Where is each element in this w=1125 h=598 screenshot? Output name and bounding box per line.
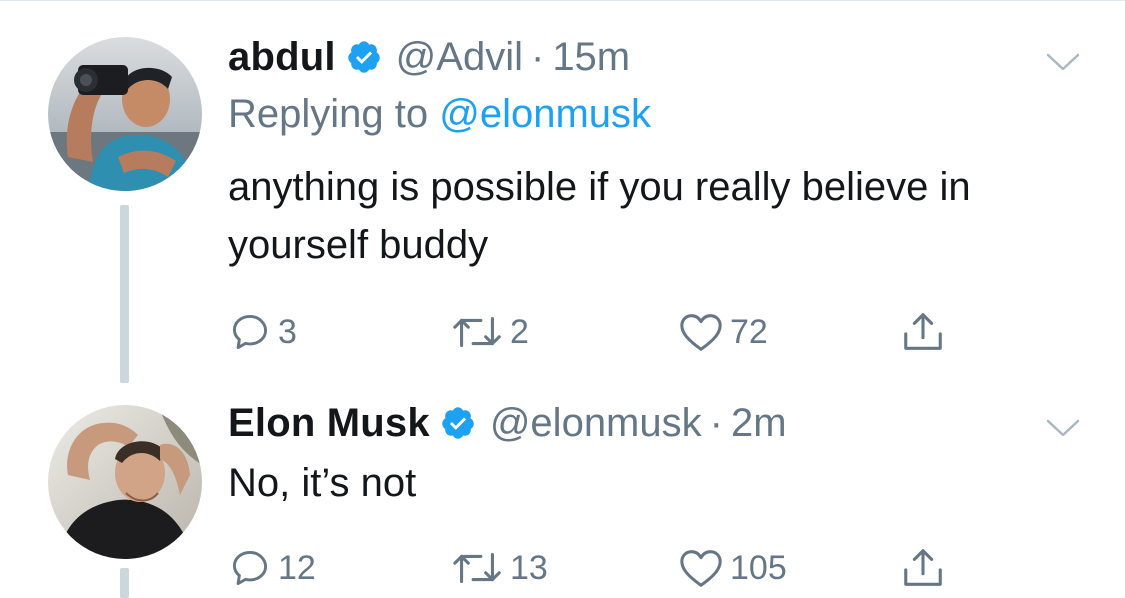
like-count: 72: [730, 312, 768, 351]
retweet-icon: [453, 316, 501, 348]
handle[interactable]: @elonmusk: [490, 401, 702, 446]
replying-prefix: Replying to: [228, 92, 440, 136]
reply-count: 12: [278, 548, 316, 587]
timestamp[interactable]: 2m: [731, 401, 787, 446]
retweet-icon: [453, 552, 501, 584]
top-divider: [0, 0, 1125, 1]
share-button[interactable]: [900, 544, 946, 592]
retweet-button[interactable]: 13: [450, 544, 548, 592]
display-name[interactable]: Elon Musk: [228, 401, 430, 446]
retweet-count: 13: [510, 548, 548, 587]
separator-dot: ·: [709, 400, 723, 445]
reply-button[interactable]: 12: [228, 544, 316, 592]
verified-badge-icon: [347, 41, 380, 73]
chevron-down-icon[interactable]: [1046, 418, 1080, 438]
avatar-elon-musk[interactable]: [48, 405, 202, 559]
reply-button[interactable]: 3: [228, 308, 297, 356]
tweet-header: abdul @Advil · 15m: [228, 32, 630, 82]
reply-count: 3: [278, 312, 297, 351]
separator-dot: ·: [530, 34, 545, 79]
thread-connector: [120, 205, 129, 383]
timestamp[interactable]: 15m: [552, 35, 630, 80]
tweet-actions: 3 2 72: [228, 308, 988, 356]
like-button[interactable]: 105: [678, 544, 787, 592]
tweet-actions: 12 13 105: [228, 544, 988, 592]
tweet-text: No, it’s not: [228, 461, 417, 505]
share-button[interactable]: [900, 308, 946, 356]
reply-icon: [232, 314, 268, 350]
retweet-count: 2: [510, 312, 529, 351]
tweet-header: Elon Musk @elonmusk · 2m: [228, 398, 787, 448]
replying-to: Replying to @elonmusk: [228, 92, 651, 137]
mention-link[interactable]: @elonmusk: [439, 92, 651, 136]
share-icon: [904, 549, 942, 586]
tweet-text: anything is possible if you really belie…: [228, 165, 971, 267]
verified-badge-icon: [442, 407, 474, 439]
avatar-abdul[interactable]: [48, 37, 202, 191]
like-button[interactable]: 72: [678, 308, 768, 356]
chevron-down-icon[interactable]: [1046, 52, 1080, 72]
reply-icon: [232, 550, 268, 586]
like-icon: [680, 314, 722, 351]
tweet-abdul[interactable]: abdul @Advil · 15m Replying to @elonmusk…: [228, 30, 1125, 360]
like-icon: [680, 550, 722, 587]
like-count: 105: [730, 548, 787, 587]
handle[interactable]: @Advil: [396, 35, 523, 80]
share-icon: [904, 313, 942, 350]
tweet-elon-musk[interactable]: Elon Musk @elonmusk · 2m No, it’s not 12…: [228, 398, 1125, 594]
retweet-button[interactable]: 2: [450, 308, 529, 356]
display-name[interactable]: abdul: [228, 35, 336, 80]
